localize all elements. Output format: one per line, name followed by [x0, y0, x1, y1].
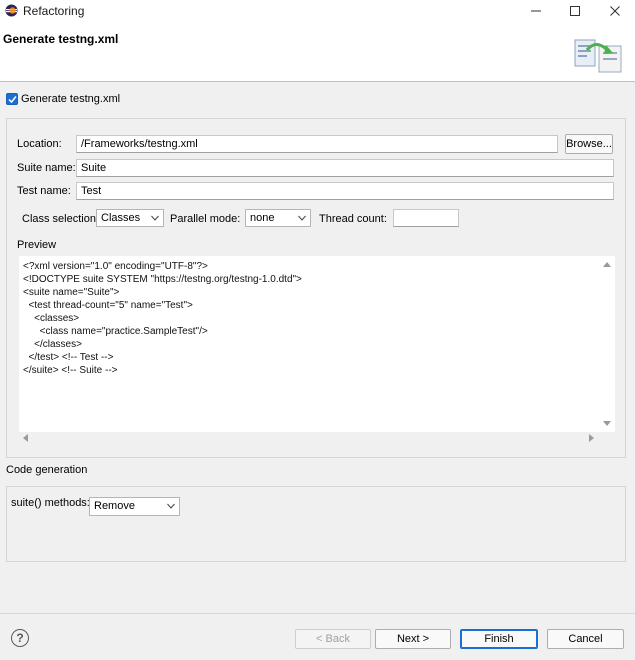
minimize-icon [531, 10, 541, 12]
thread-count-input[interactable] [393, 209, 459, 227]
scroll-right-icon[interactable] [587, 434, 595, 442]
help-icon[interactable]: ? [11, 629, 29, 647]
test-name-label: Test name: [17, 185, 71, 197]
page-title: Generate testng.xml [3, 32, 119, 46]
preview-label: Preview [17, 239, 57, 251]
next-button[interactable]: Next > [375, 629, 451, 649]
scroll-up-icon[interactable] [603, 261, 611, 269]
suite-methods-value: Remove [94, 500, 135, 512]
close-button[interactable] [595, 0, 635, 22]
back-button[interactable]: < Back [295, 629, 371, 649]
parallel-mode-label: Parallel mode: [170, 213, 241, 225]
generate-testng-checkbox[interactable] [6, 93, 18, 105]
wizard-header: Generate testng.xml [0, 22, 635, 82]
parallel-mode-value: none [250, 212, 275, 224]
finish-button[interactable]: Finish [460, 629, 538, 649]
class-selection-label: Class selection: [22, 213, 100, 225]
maximize-icon [570, 6, 580, 16]
scroll-left-icon[interactable] [22, 434, 30, 442]
checkmark-icon [8, 96, 17, 104]
footer-separator [0, 613, 635, 614]
window-title: Refactoring [23, 4, 85, 18]
refactor-wizard-icon [574, 39, 622, 73]
code-generation-label: Code generation [6, 464, 88, 476]
title-bar: Refactoring [0, 0, 635, 22]
suite-methods-dropdown[interactable]: Remove [89, 497, 180, 516]
scroll-down-icon[interactable] [603, 419, 611, 427]
close-icon [610, 6, 620, 16]
minimize-button[interactable] [516, 0, 556, 22]
location-input[interactable]: /Frameworks/testng.xml [76, 135, 558, 153]
cancel-button[interactable]: Cancel [547, 629, 624, 649]
vertical-scrollbar[interactable] [599, 256, 615, 432]
location-label: Location: [17, 138, 62, 150]
horizontal-scrollbar[interactable] [19, 432, 599, 444]
chevron-down-icon [298, 215, 306, 221]
maximize-button[interactable] [555, 0, 595, 22]
class-selection-value: Classes [101, 212, 141, 224]
test-name-input[interactable]: Test [76, 182, 614, 200]
parallel-mode-dropdown[interactable]: none [245, 209, 311, 227]
suite-methods-label: suite() methods: [11, 497, 90, 509]
class-selection-dropdown[interactable]: Classes [96, 209, 164, 227]
preview-text-area[interactable]: <?xml version="1.0" encoding="UTF-8"?> <… [19, 256, 615, 432]
eclipse-icon [5, 4, 18, 17]
generate-testng-label[interactable]: Generate testng.xml [21, 93, 120, 105]
thread-count-label: Thread count: [319, 213, 387, 225]
chevron-down-icon [151, 215, 159, 221]
browse-button[interactable]: Browse... [565, 134, 613, 154]
suite-name-label: Suite name: [17, 162, 76, 174]
suite-name-input[interactable]: Suite [76, 159, 614, 177]
preview-content: <?xml version="1.0" encoding="UTF-8"?> <… [23, 261, 302, 376]
chevron-down-icon [167, 503, 175, 509]
